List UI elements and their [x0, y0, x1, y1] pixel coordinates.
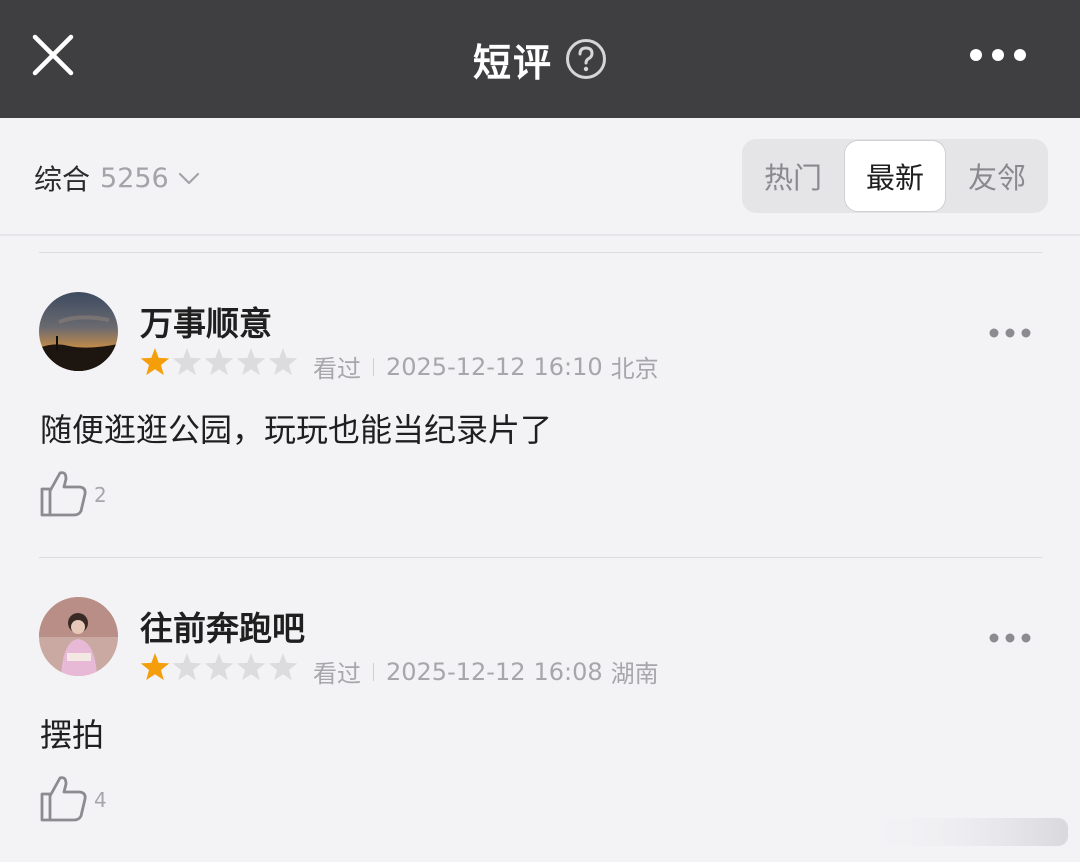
star-empty-icon [204, 653, 234, 681]
sort-dropdown[interactable]: 综合 5256 [34, 158, 201, 198]
avatar[interactable] [39, 597, 118, 676]
review-meta: 看过 2025-12-12 16:10 北京 [313, 349, 659, 384]
review-text: 摆拍 [40, 716, 105, 754]
review-time: 16:10 [533, 352, 603, 381]
top-bar: 短评 [0, 0, 1080, 118]
tab-latest[interactable]: 最新 [844, 140, 946, 212]
review-time: 16:08 [533, 657, 603, 686]
like-count: 2 [94, 483, 107, 507]
divider [39, 557, 1042, 558]
review-location: 北京 [610, 355, 659, 383]
star-empty-icon [268, 348, 298, 376]
more-horizontal-icon[interactable] [988, 631, 1032, 645]
sort-tabs: 热门 最新 友邻 [742, 139, 1048, 213]
filter-divider [0, 234, 1080, 236]
review-text: 随便逛逛公园，玩玩也能当纪录片了 [40, 411, 553, 449]
tab-friends[interactable]: 友邻 [946, 139, 1048, 213]
star-empty-icon [172, 653, 202, 681]
close-icon[interactable] [28, 30, 78, 80]
more-horizontal-icon[interactable] [988, 326, 1032, 340]
star-filled-icon [140, 348, 170, 376]
username[interactable]: 万事顺意 [140, 297, 272, 345]
star-empty-icon [236, 348, 266, 376]
thumbs-up-icon[interactable] [38, 772, 90, 824]
star-empty-icon [172, 348, 202, 376]
divider [39, 252, 1042, 253]
like-count: 4 [94, 788, 107, 812]
watch-status: 看过 [313, 660, 361, 688]
more-horizontal-icon[interactable] [968, 44, 1028, 66]
tab-hot[interactable]: 热门 [742, 139, 844, 213]
page-title: 短评 [472, 40, 553, 85]
sort-label: 综合 [34, 163, 91, 196]
review-count: 5256 [100, 162, 169, 194]
star-empty-icon [268, 653, 298, 681]
star-empty-icon [236, 653, 266, 681]
chevron-down-icon [178, 172, 199, 185]
star-empty-icon [204, 348, 234, 376]
review-meta: 看过 2025-12-12 16:08 湖南 [313, 654, 659, 689]
star-filled-icon [140, 653, 170, 681]
watch-status: 看过 [313, 355, 361, 383]
scroll-fade-indicator [860, 818, 1068, 846]
review-location: 湖南 [610, 660, 659, 688]
username[interactable]: 往前奔跑吧 [140, 602, 305, 650]
review-date: 2025-12-12 [386, 657, 526, 686]
question-circle-icon[interactable] [565, 38, 607, 80]
avatar[interactable] [39, 292, 118, 371]
star-rating [140, 348, 298, 376]
review-date: 2025-12-12 [386, 352, 526, 381]
star-rating [140, 653, 298, 681]
thumbs-up-icon[interactable] [38, 467, 90, 519]
